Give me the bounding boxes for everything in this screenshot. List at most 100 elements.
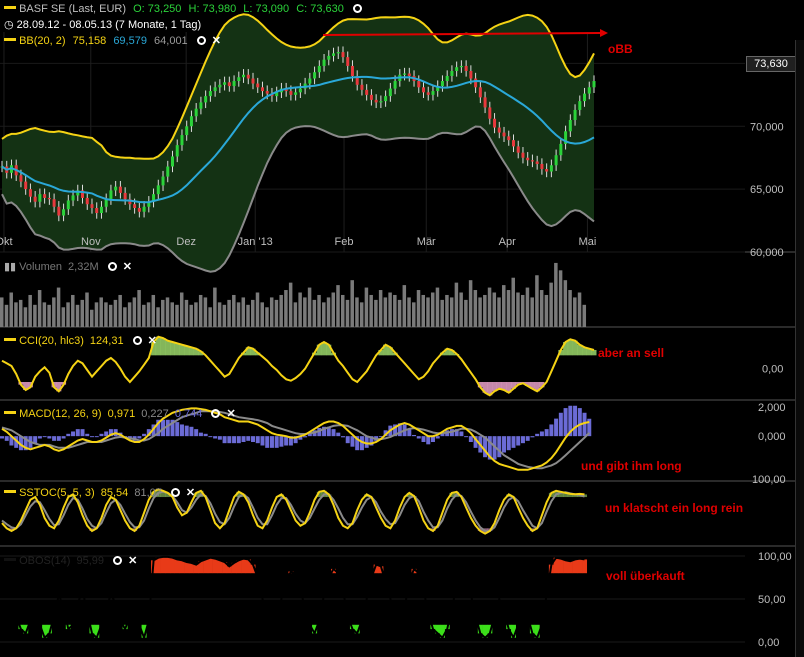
macd-histogram-bar — [246, 436, 251, 441]
close-icon[interactable]: ✕ — [186, 487, 195, 499]
close-value: C: 73,630 — [296, 3, 344, 15]
volume-bar — [179, 292, 184, 327]
macd-histogram-bar — [198, 432, 203, 437]
candle-body — [422, 87, 426, 93]
scrollbar[interactable] — [795, 40, 804, 657]
volume-bar — [307, 287, 312, 327]
macd-histogram-bar — [260, 436, 265, 446]
volume-bar — [108, 304, 113, 327]
low-value: L: 73,090 — [243, 3, 290, 15]
obos-over-fill — [155, 557, 161, 574]
candle-body — [540, 164, 544, 170]
candle-body — [374, 99, 378, 103]
sstoc-k-value: 85,54 — [100, 487, 129, 499]
settings-icon[interactable] — [352, 4, 362, 13]
cci-over-fill — [169, 342, 175, 356]
candle-body — [431, 91, 435, 95]
volume-bar — [322, 302, 326, 327]
volume-bar — [506, 290, 511, 327]
sstoc-y-tick: 100,00 — [752, 474, 786, 486]
volume-bar — [184, 299, 189, 327]
volume-bar — [56, 287, 61, 327]
candle-body — [208, 91, 212, 97]
candle-body — [298, 88, 302, 93]
macd-histogram-bar — [255, 436, 260, 444]
candle-body — [256, 83, 260, 88]
volume-bar — [151, 294, 156, 327]
close-icon[interactable]: ✕ — [148, 335, 157, 347]
volume-bar — [66, 302, 70, 327]
volume-bar — [156, 307, 160, 327]
y-tick-label: 65,000 — [750, 184, 784, 196]
volume-bar — [520, 294, 525, 327]
candle-body — [573, 109, 577, 120]
candle-body — [223, 82, 227, 85]
volume-bar — [146, 302, 151, 327]
macd-histogram-bar — [52, 436, 57, 441]
annotation-sstoc: un klatscht ein long rein — [605, 501, 743, 515]
date-range: 28.09.12 - 08.05.13 (7 Monate, 1 Tag) — [16, 19, 202, 31]
candle-body — [450, 70, 454, 76]
macd-histogram-bar — [426, 436, 431, 445]
volume-bar — [492, 292, 497, 327]
volume-bar — [208, 307, 212, 327]
macd-histogram-bar — [94, 436, 99, 438]
close-icon[interactable]: ✕ — [123, 261, 132, 273]
volume-bar — [345, 299, 350, 327]
macd-histogram-bar — [251, 436, 256, 442]
volume-bar — [123, 307, 127, 327]
obos-over-fill — [212, 558, 218, 574]
volume-bar — [421, 294, 426, 327]
volume-bar — [539, 290, 544, 327]
candle-body — [497, 127, 501, 133]
candle-body — [199, 102, 203, 109]
macd-histogram-bar — [165, 419, 170, 437]
close-icon[interactable]: ✕ — [226, 408, 235, 420]
volume-bar — [9, 292, 13, 327]
macd-histogram-bar — [47, 436, 52, 439]
volume-bar — [265, 307, 269, 327]
volume-bar — [85, 292, 89, 327]
open-value: O: 73,250 — [133, 3, 182, 15]
volume-bar — [217, 302, 222, 327]
candle-body — [123, 192, 127, 200]
settings-icon[interactable] — [196, 36, 206, 45]
candle-body — [350, 65, 354, 76]
candle-body — [118, 186, 122, 193]
obos-swatch — [4, 558, 16, 561]
cci-over-fill — [174, 343, 180, 356]
candle-body — [180, 135, 184, 146]
settings-icon[interactable] — [132, 336, 142, 345]
settings-icon[interactable] — [113, 556, 123, 565]
volume-bar — [445, 294, 449, 327]
settings-icon[interactable] — [107, 262, 117, 271]
macd-histogram-bar — [227, 436, 232, 444]
volume-bar — [383, 297, 388, 327]
macd-value: 0,971 — [107, 408, 136, 420]
obos-over-fill — [572, 559, 578, 574]
close-icon[interactable]: ✕ — [128, 555, 137, 567]
obos-header: OBOS(14) 95,99 ✕ — [4, 554, 137, 568]
macd-histogram-bar — [274, 436, 279, 448]
macd-histogram-bar — [269, 436, 274, 448]
volume-bar — [487, 287, 492, 327]
volume-bar — [516, 292, 520, 327]
settings-icon[interactable] — [211, 409, 221, 418]
obos-over-fill — [563, 560, 569, 574]
close-icon[interactable]: ✕ — [212, 35, 221, 47]
candle-body — [28, 189, 32, 197]
candle-body — [227, 82, 231, 87]
y-tick-label: 60,000 — [750, 247, 784, 259]
volume-bar — [502, 285, 506, 327]
volume-bar — [232, 294, 236, 327]
candle-body — [43, 194, 47, 198]
candle-body — [327, 55, 331, 60]
settings-icon[interactable] — [170, 488, 180, 497]
bb-mid: 69,579 — [113, 35, 147, 47]
candle-body — [474, 78, 478, 88]
macd-histogram-bar — [0, 436, 4, 439]
x-tick-label: Jan '13 — [238, 236, 273, 248]
macd-histogram-bar — [85, 433, 90, 437]
volume-bar — [426, 297, 430, 327]
candle-body — [170, 156, 174, 167]
